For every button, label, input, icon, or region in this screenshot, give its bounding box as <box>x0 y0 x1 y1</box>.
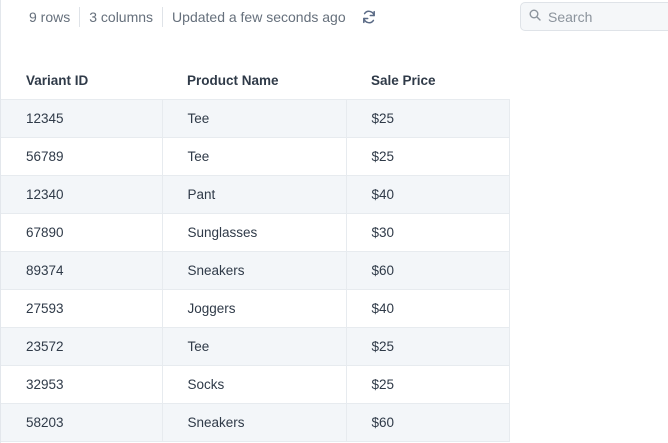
column-header-variant-id[interactable]: Variant ID <box>1 62 162 100</box>
table-toolbar: 9 rows 3 columns Updated a few seconds a… <box>0 0 510 34</box>
variant-id-cell[interactable]: 27593 <box>1 289 163 328</box>
table-row[interactable]: 32953 Socks $25 <box>1 365 510 404</box>
product-name-cell[interactable]: Sunglasses <box>162 213 347 252</box>
sale-price-cell[interactable]: $30 <box>346 213 510 252</box>
variant-id-cell[interactable]: 89374 <box>1 251 163 290</box>
column-header-product-name[interactable]: Product Name <box>162 62 346 100</box>
sale-price-cell[interactable]: $60 <box>346 251 510 290</box>
product-name-cell[interactable]: Joggers <box>162 289 347 328</box>
table-row[interactable]: 23572 Tee $25 <box>1 327 510 366</box>
search-box[interactable] <box>520 2 668 31</box>
refresh-icon[interactable] <box>361 9 377 25</box>
sale-price-cell[interactable]: $25 <box>346 327 510 366</box>
sale-price-cell[interactable]: $25 <box>346 365 510 404</box>
sale-price-cell[interactable]: $40 <box>346 175 510 214</box>
sale-price-cell[interactable]: $60 <box>346 403 510 442</box>
product-name-cell[interactable]: Tee <box>162 99 347 138</box>
product-name-cell[interactable]: Tee <box>162 327 347 366</box>
header-row: Variant ID Product Name Sale Price <box>1 62 509 100</box>
variant-id-cell[interactable]: 23572 <box>1 327 163 366</box>
variant-id-cell[interactable]: 12340 <box>1 175 163 214</box>
sale-price-cell[interactable]: $25 <box>346 137 510 176</box>
table-row[interactable]: 56789 Tee $25 <box>1 137 510 176</box>
product-name-cell[interactable]: Socks <box>162 365 347 404</box>
column-header-sale-price[interactable]: Sale Price <box>346 62 509 100</box>
table-row[interactable]: 12345 Tee $25 <box>1 99 510 138</box>
sale-price-cell[interactable]: $40 <box>346 289 510 328</box>
table-row[interactable]: 89374 Sneakers $60 <box>1 251 510 290</box>
sale-price-cell[interactable]: $25 <box>346 99 510 138</box>
variant-id-cell[interactable]: 58203 <box>1 403 163 442</box>
table-row[interactable]: 27593 Joggers $40 <box>1 289 510 328</box>
data-table: Variant ID Product Name Sale Price 12345… <box>1 62 510 442</box>
row-count: 9 rows <box>29 9 71 25</box>
variant-id-cell[interactable]: 67890 <box>1 213 163 252</box>
product-name-cell[interactable]: Tee <box>162 137 347 176</box>
variant-id-cell[interactable]: 32953 <box>1 365 163 404</box>
table-row[interactable]: 12340 Pant $40 <box>1 175 510 214</box>
updated-status: Updated a few seconds ago <box>172 9 346 25</box>
search-icon <box>529 8 541 26</box>
product-name-cell[interactable]: Sneakers <box>162 403 347 442</box>
column-count: 3 columns <box>89 9 154 25</box>
product-name-cell[interactable]: Pant <box>162 175 347 214</box>
table-row[interactable]: 67890 Sunglasses $30 <box>1 213 510 252</box>
search-input[interactable] <box>546 7 668 26</box>
variant-id-cell[interactable]: 12345 <box>1 99 163 138</box>
product-name-cell[interactable]: Sneakers <box>162 251 347 290</box>
table-row[interactable]: 58203 Sneakers $60 <box>1 403 510 442</box>
variant-id-cell[interactable]: 56789 <box>1 137 163 176</box>
